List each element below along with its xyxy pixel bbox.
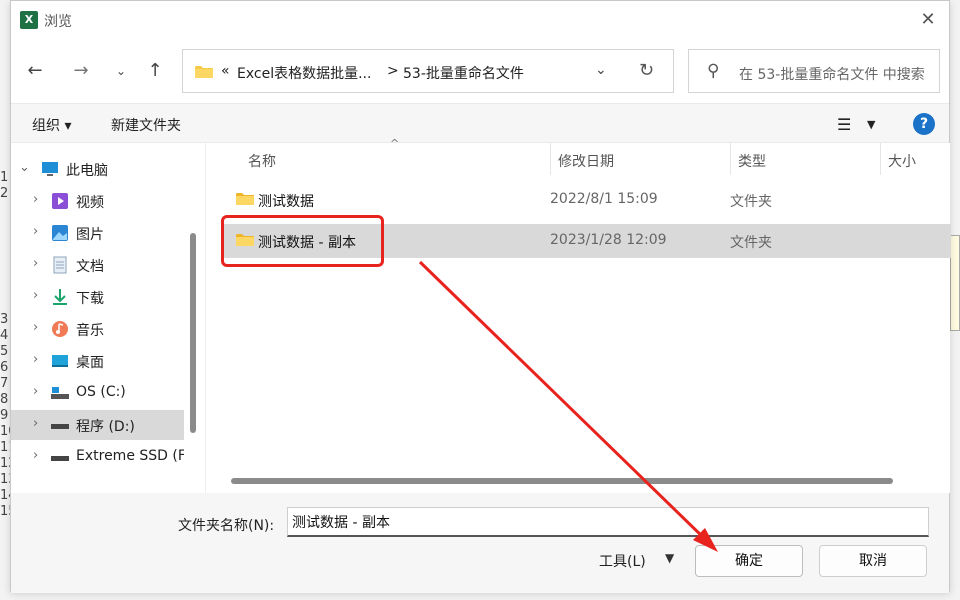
drive-icon: [51, 448, 69, 466]
breadcrumb-current[interactable]: 53-批量重命名文件: [403, 63, 524, 83]
horizontal-scrollbar[interactable]: [231, 478, 893, 484]
sidebar-item-label: Extreme SSD (F: [76, 448, 184, 464]
sidebar-item-label: 桌面: [76, 355, 104, 371]
navigation-bar: ← → ⌄ ↑ « Excel表格数据批量... > 53-批量重命名文件 ⌄ …: [11, 45, 949, 97]
column-header-type[interactable]: 类型: [738, 151, 766, 171]
sidebar-item-label: 下载: [76, 291, 104, 307]
new-folder-button[interactable]: 新建文件夹: [111, 115, 181, 135]
documents-icon: [51, 256, 69, 274]
column-header-date[interactable]: 修改日期: [558, 151, 614, 171]
sidebar-item-os-c[interactable]: › OS (C:): [11, 378, 184, 408]
dialog-footer: 文件夹名称(N): 工具(L) ▼ 确定 取消: [11, 493, 949, 593]
folder-icon: [236, 192, 254, 210]
address-bar[interactable]: « Excel表格数据批量... > 53-批量重命名文件 ⌄ ↻: [182, 49, 674, 93]
chevron-down-icon[interactable]: ⌄: [595, 62, 607, 78]
desktop-icon: [51, 352, 69, 370]
breadcrumb-separator[interactable]: >: [387, 63, 399, 79]
sort-ascending-icon: ^: [390, 137, 400, 150]
sidebar-item-downloads[interactable]: › 下载: [11, 282, 184, 312]
chevron-down-icon[interactable]: ⌄: [19, 160, 30, 175]
search-box[interactable]: ⚲ 在 53-批量重命名文件 中搜索: [688, 49, 940, 93]
file-type: 文件夹: [730, 235, 772, 251]
sidebar-item-this-pc[interactable]: ⌄ 此电脑: [11, 154, 184, 184]
pc-icon: [41, 160, 59, 178]
sidebar-item-program-d[interactable]: › 程序 (D:): [11, 410, 184, 440]
refresh-icon[interactable]: ↻: [639, 60, 654, 81]
sidebar-item-music[interactable]: › 音乐: [11, 314, 184, 344]
file-list: ^ 名称 修改日期 类型 大小 测试数据 2022/8/1 15:09 文件夹 …: [205, 137, 951, 493]
column-divider[interactable]: [550, 143, 551, 175]
browse-dialog: X 浏览 ✕ ← → ⌄ ↑ « Excel表格数据批量... > 53-批量重…: [10, 0, 951, 593]
chevron-right-icon[interactable]: ›: [33, 448, 38, 463]
search-icon: ⚲: [707, 61, 720, 81]
chevron-right-icon[interactable]: ›: [33, 352, 38, 367]
dialog-title: 浏览: [44, 14, 72, 30]
sidebar-scrollbar[interactable]: [190, 233, 196, 433]
organize-menu[interactable]: 组织 ▾: [32, 115, 71, 135]
command-bar: 组织 ▾ 新建文件夹 ☰ ▼ ?: [11, 103, 949, 143]
arrow-up-icon[interactable]: ↑: [143, 59, 167, 83]
sidebar-item-label: 音乐: [76, 323, 104, 339]
chevron-right-icon[interactable]: ›: [33, 192, 38, 207]
file-name: 测试数据: [258, 194, 314, 210]
music-icon: [51, 320, 69, 338]
drive-icon: [51, 384, 69, 402]
chevron-right-icon[interactable]: ›: [33, 416, 38, 431]
list-view-icon[interactable]: ☰: [837, 115, 851, 134]
chevron-right-icon[interactable]: ›: [33, 288, 38, 303]
sidebar-item-videos[interactable]: › 视频: [11, 186, 184, 216]
table-row[interactable]: 测试数据 2022/8/1 15:09 文件夹: [224, 183, 951, 217]
cancel-button[interactable]: 取消: [819, 545, 927, 577]
folder-name-label: 文件夹名称(N):: [178, 518, 275, 534]
video-icon: [51, 192, 69, 210]
file-type: 文件夹: [730, 194, 772, 210]
search-placeholder: 在 53-批量重命名文件 中搜索: [739, 67, 925, 83]
chevron-right-icon[interactable]: ›: [33, 224, 38, 239]
breadcrumb-parent[interactable]: Excel表格数据批量...: [237, 63, 371, 83]
file-date: 2023/1/28 12:09: [550, 232, 667, 248]
ok-button[interactable]: 确定: [695, 545, 803, 577]
drive-icon: [51, 416, 69, 434]
excel-icon: X: [20, 11, 38, 29]
column-header-name[interactable]: 名称: [248, 151, 276, 171]
arrow-left-icon[interactable]: ←: [23, 59, 47, 83]
sidebar-item-label: 图片: [76, 227, 104, 243]
sidebar-item-pictures[interactable]: › 图片: [11, 218, 184, 248]
file-date: 2022/8/1 15:09: [550, 191, 658, 207]
close-button[interactable]: ✕: [915, 7, 941, 33]
title-bar: X 浏览 ✕: [11, 1, 949, 41]
pictures-icon: [51, 224, 69, 242]
chevron-down-icon[interactable]: ▼: [867, 118, 875, 131]
chevron-right-icon[interactable]: ›: [33, 320, 38, 335]
arrow-right-icon[interactable]: →: [69, 59, 93, 83]
column-divider[interactable]: [730, 143, 731, 175]
navigation-pane: ⌄ 此电脑 › 视频 › 图片 › 文档 › 下载 › 音乐 › 桌面 › OS…: [11, 143, 204, 493]
column-divider[interactable]: [880, 143, 881, 175]
sidebar-item-desktop[interactable]: › 桌面: [11, 346, 184, 376]
folder-name-input[interactable]: [287, 507, 929, 537]
chevron-right-icon[interactable]: ›: [33, 256, 38, 271]
breadcrumb-overflow[interactable]: «: [221, 63, 230, 79]
folder-icon: [195, 65, 213, 83]
sidebar-item-extreme-ssd[interactable]: › Extreme SSD (F: [11, 442, 184, 472]
sidebar-item-label: OS (C:): [76, 384, 126, 400]
highlight-box: [221, 215, 384, 267]
sidebar-item-documents[interactable]: › 文档: [11, 250, 184, 280]
background-cell-note: [950, 235, 960, 331]
sidebar-item-label: 文档: [76, 259, 104, 275]
tools-menu[interactable]: 工具(L): [599, 551, 646, 571]
sidebar-item-label: 视频: [76, 195, 104, 211]
chevron-right-icon[interactable]: ›: [33, 384, 38, 399]
chevron-down-icon[interactable]: ▼: [665, 551, 674, 565]
help-icon[interactable]: ?: [913, 113, 935, 135]
column-header-size[interactable]: 大小: [888, 151, 916, 171]
download-icon: [51, 288, 69, 306]
sidebar-item-label: 程序 (D:): [76, 419, 135, 435]
chevron-down-icon[interactable]: ⌄: [109, 59, 133, 83]
sidebar-item-label: 此电脑: [66, 163, 108, 179]
